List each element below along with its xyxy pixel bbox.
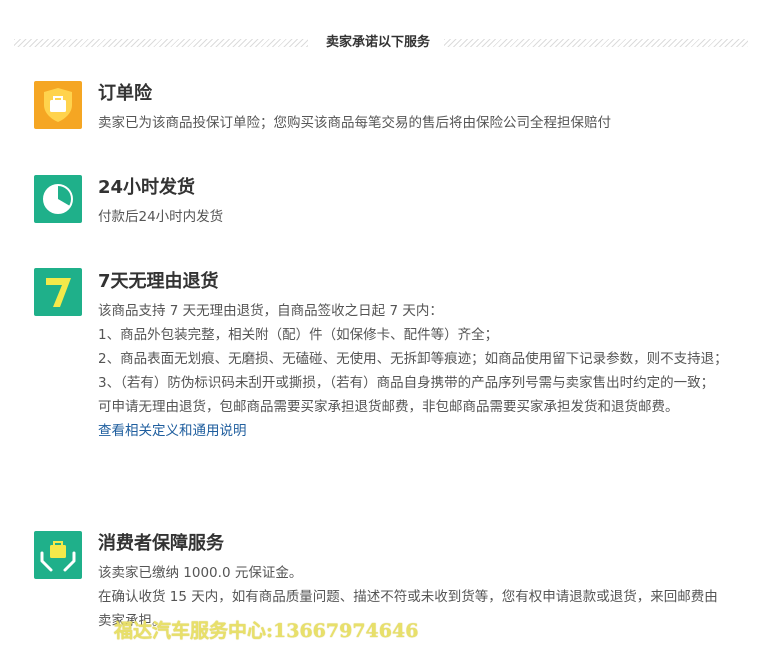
service-title-guarantee: 消费者保障服务 bbox=[98, 533, 224, 554]
guarantee-line: 该卖家已缴纳 1000.0 元保证金。 bbox=[98, 565, 303, 581]
returns-line: 该商品支持 7 天无理由退货，自商品签收之日起 7 天内： bbox=[98, 303, 443, 319]
section-header: 卖家承诺以下服务 bbox=[14, 34, 748, 52]
service-title-returns: 7天无理由退货 bbox=[98, 271, 219, 292]
returns-line: 1、商品外包装完整，相关附（配）件（如保修卡、配件等）齐全； bbox=[98, 327, 499, 343]
seven-icon bbox=[34, 268, 82, 316]
service-title-shipping: 24小时发货 bbox=[98, 177, 196, 198]
returns-line: 3、（若有）防伪标识码未刮开或撕损，（若有）商品自身携带的产品序列号需与卖家售出… bbox=[98, 375, 715, 391]
hands-bag-icon bbox=[34, 531, 82, 579]
returns-line: 可申请无理由退货，包邮商品需要买家承担退货邮费，非包邮商品需要买家承担发货和退货… bbox=[98, 399, 679, 415]
service-desc-returns: 该商品支持 7 天无理由退货，自商品签收之日起 7 天内： 1、商品外包装完整，… bbox=[98, 299, 728, 443]
service-desc-insurance: 卖家已为该商品投保订单险；您购买该商品每笔交易的售后将由保险公司全程担保赔付 bbox=[98, 115, 611, 131]
returns-policy-link[interactable]: 查看相关定义和通用说明 bbox=[98, 423, 247, 439]
service-title-insurance: 订单险 bbox=[98, 83, 152, 104]
watermark-text: 福达汽车服务中心:13667974646 bbox=[114, 620, 419, 642]
header-divider-right bbox=[444, 39, 748, 47]
header-divider-left bbox=[14, 39, 308, 47]
section-title: 卖家承诺以下服务 bbox=[325, 35, 430, 50]
returns-line: 2、商品表面无划痕、无磨损、无磕碰、无使用、无拆卸等痕迹；如商品使用留下记录参数… bbox=[98, 351, 728, 367]
shield-bag-icon bbox=[34, 81, 82, 129]
clock-pie-icon bbox=[34, 175, 82, 223]
service-desc-shipping: 付款后24小时内发货 bbox=[98, 209, 224, 225]
